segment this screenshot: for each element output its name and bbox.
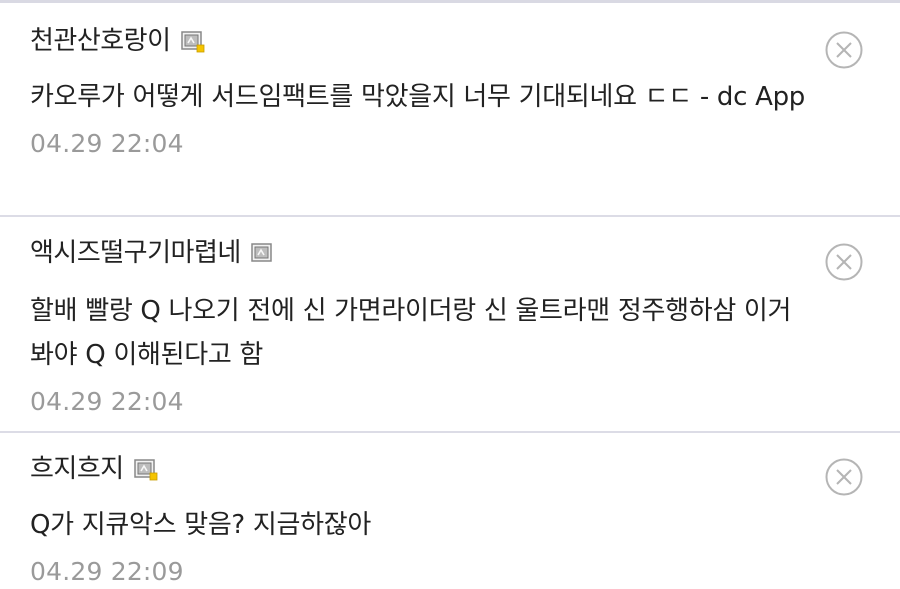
comment-item: 흐지흐지 Q가 지큐악스 맞음? 지금하잖아 04.29 22:09 xyxy=(0,433,900,589)
delete-comment-button[interactable] xyxy=(824,30,864,70)
gallog-icon[interactable] xyxy=(251,243,275,265)
comment-nickname[interactable]: 천관산호랑이 xyxy=(30,23,171,59)
comment-header: 액시즈떨구기마렵네 xyxy=(30,235,820,271)
comment-text: 할배 빨랑 Q 나오기 전에 신 가면라이더랑 신 울트라맨 정주행하삼 이거 … xyxy=(30,296,792,370)
comment-timestamp: 04.29 22:09 xyxy=(30,557,184,586)
comment-timestamp: 04.29 22:04 xyxy=(30,387,184,416)
gallog-icon[interactable] xyxy=(133,459,158,481)
comment-header: 흐지흐지 xyxy=(30,451,820,487)
circle-x-icon xyxy=(825,243,863,281)
circle-x-icon xyxy=(825,31,863,69)
comment-text: Q가 지큐악스 맞음? 지금하잖아 xyxy=(30,510,371,540)
comment-list: 천관산호랑이 카오루가 어떻게 서드임팩트를 막았을지 너무 기대되네요 ㄷㄷ … xyxy=(0,0,900,589)
comment-nickname[interactable]: 흐지흐지 xyxy=(30,451,124,487)
gallog-icon[interactable] xyxy=(180,31,205,53)
comment-text: 카오루가 어떻게 서드임팩트를 막았을지 너무 기대되네요 ㄷㄷ - dc Ap… xyxy=(30,82,805,112)
comment-nickname[interactable]: 액시즈떨구기마렵네 xyxy=(30,235,241,271)
circle-x-icon xyxy=(825,458,863,496)
comment-header: 천관산호랑이 xyxy=(30,23,820,59)
delete-comment-button[interactable] xyxy=(824,242,864,282)
delete-comment-button[interactable] xyxy=(824,457,864,497)
comment-item: 액시즈떨구기마렵네 할배 빨랑 Q 나오기 전에 신 가면라이더랑 신 울트라맨… xyxy=(0,217,900,433)
comment-item: 천관산호랑이 카오루가 어떻게 서드임팩트를 막았을지 너무 기대되네요 ㄷㄷ … xyxy=(0,3,900,217)
comment-timestamp: 04.29 22:04 xyxy=(30,129,184,158)
